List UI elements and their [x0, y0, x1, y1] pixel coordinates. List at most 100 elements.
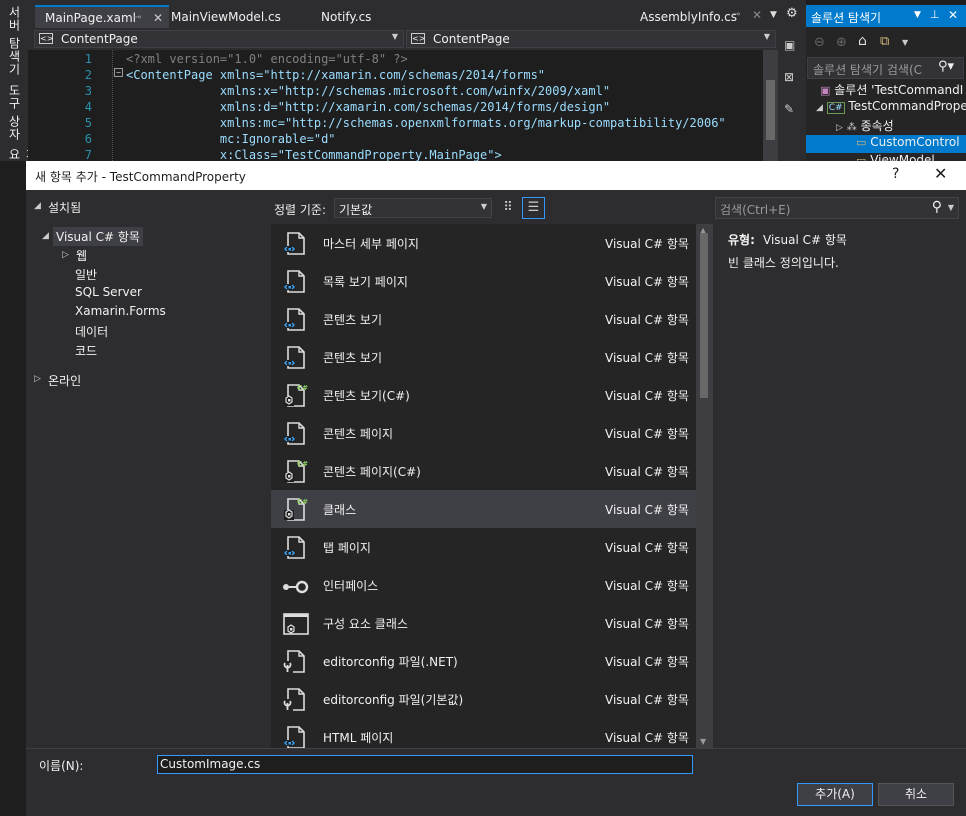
tree-customcontrol-node[interactable]: ▭ CustomControl [806, 135, 966, 153]
template-type: Visual C# 항목 [605, 541, 689, 555]
template-item[interactable]: C# 콘텐츠 보기(C#) Visual C# 항목 [271, 376, 696, 414]
add-button[interactable]: 추가(A) [797, 783, 873, 806]
template-item[interactable]: 마스터 세부 페이지 Visual C# 항목 [271, 224, 696, 262]
xaml-page-icon [281, 268, 309, 296]
indent-guide [112, 50, 113, 161]
xaml-page-icon [281, 534, 309, 562]
category-visual-csharp-items[interactable]: Visual C# 항목 [53, 227, 143, 246]
edit-icon[interactable]: ✎ [784, 102, 794, 116]
collapsed-arrow-icon[interactable]: ▷ [62, 250, 69, 260]
details-description: 빈 클래스 정의입니다. [728, 256, 839, 270]
scrollbar-thumb[interactable] [700, 233, 708, 398]
search-icon[interactable]: ⚲ [932, 199, 942, 215]
type-dropdown[interactable]: <> ContentPage ▼ [34, 30, 404, 48]
close-icon[interactable]: ✕ [752, 8, 762, 22]
solution-search-input[interactable]: 솔루션 탐색기 검색(C ⚲▾ [807, 57, 964, 79]
editor-scrollbar[interactable] [763, 50, 778, 161]
list-view-button[interactable]: ☰ [522, 197, 545, 219]
line-number: 5 [84, 116, 92, 130]
tab-assemblyinfo-cs[interactable]: AssemblyInfo.cs [630, 5, 745, 28]
expanded-arrow-icon[interactable]: ◢ [816, 103, 823, 113]
category-xamarin-forms[interactable]: Xamarin.Forms [75, 304, 166, 318]
details-type-value: Visual C# 항목 [763, 233, 847, 247]
template-name: 콘텐츠 페이지(C#) [323, 465, 421, 479]
tab-notify-cs[interactable]: Notify.cs [311, 5, 379, 28]
close-button[interactable]: ✕ [934, 164, 947, 183]
tree-project-node[interactable]: ◢ C# TestCommandPrope [816, 99, 966, 117]
solution-search-placeholder: 솔루션 탐색기 검색(C [813, 63, 923, 77]
dialog-title-bar: 새 항목 추가 - TestCommandProperty ? ✕ [26, 161, 966, 190]
pin-icon[interactable]: ⊸ [133, 12, 141, 23]
online-node[interactable]: 온라인 [48, 372, 81, 389]
side-tool-tabs: 서버 탐색기 도구 상자 문서 개요 [0, 0, 72, 161]
member-dropdown[interactable]: <> ContentPage ▼ [406, 30, 776, 48]
template-item[interactable]: 콘텐츠 보기 Visual C# 항목 [271, 300, 696, 338]
category-data[interactable]: 데이터 [75, 323, 108, 340]
category-code[interactable]: 코드 [75, 342, 97, 359]
category-general[interactable]: 일반 [75, 266, 97, 283]
collapsed-arrow-icon[interactable]: ▷ [836, 123, 843, 133]
tree-solution-node[interactable]: ▣ 솔루션 'TestCommandI [820, 81, 963, 99]
template-item[interactable]: C# 클래스 Visual C# 항목 [271, 490, 696, 528]
chevron-down-icon[interactable]: ▼ [914, 10, 921, 20]
template-search-input[interactable]: 검색(Ctrl+E) ⚲ ▼ [715, 197, 959, 219]
scroll-down-icon[interactable]: ▼ [700, 737, 706, 746]
category-sql-server[interactable]: SQL Server [75, 285, 142, 299]
back-icon[interactable]: ⊖ [814, 35, 825, 50]
template-name: editorconfig 파일(.NET) [323, 655, 458, 669]
template-item[interactable]: 구성 요소 클래스 Visual C# 항목 [271, 604, 696, 642]
tree-dependencies-node[interactable]: ▷ ⁂ 종속성 [836, 117, 894, 135]
expanded-arrow-icon[interactable]: ◢ [42, 231, 49, 241]
chevron-down-icon[interactable]: ▼ [948, 203, 954, 212]
code-line: <ContentPage xmlns="http://xamarin.com/s… [126, 68, 546, 82]
gear-icon[interactable]: ⚙ [786, 6, 798, 21]
template-item[interactable]: C# 콘텐츠 페이지(C#) Visual C# 항목 [271, 452, 696, 490]
home-icon[interactable]: ⌂ [858, 33, 867, 49]
code-editor[interactable]: − 1 <?xml version="1.0" encoding="utf-8" … [28, 50, 763, 162]
forward-icon[interactable]: ⊕ [836, 35, 847, 50]
editorconfig-icon [281, 648, 309, 676]
tab-mainpage-xaml[interactable]: MainPage.xaml ⊸ ✕ [35, 5, 169, 28]
template-item[interactable]: 탭 페이지 Visual C# 항목 [271, 528, 696, 566]
template-item[interactable]: 인터페이스 Visual C# 항목 [271, 566, 696, 604]
template-name: 콘텐츠 보기(C#) [323, 389, 410, 403]
pin-icon[interactable]: ⊥ [930, 8, 940, 21]
code-line: xmlns:x="http://schemas.microsoft.com/wi… [126, 84, 611, 98]
code-line: mc:Ignorable="d" [126, 132, 336, 146]
xaml-page-icon [281, 420, 309, 448]
installed-node[interactable]: 설치됨 [48, 199, 81, 216]
divider [26, 748, 966, 749]
switch-views-icon[interactable]: ⧉ [880, 34, 889, 49]
tree-viewmodel-node[interactable]: ▭ ViewModel [856, 153, 935, 161]
search-icon[interactable]: ⚲▾ [938, 59, 955, 74]
expanded-arrow-icon[interactable]: ◢ [34, 201, 41, 211]
template-name: 탭 페이지 [323, 541, 371, 555]
category-web[interactable]: 웹 [76, 247, 87, 264]
solution-tree: ▣ 솔루션 'TestCommandI ◢ C# TestCommandProp… [806, 79, 966, 161]
tab-list-dropdown-icon[interactable]: ▼ [770, 10, 777, 20]
help-button[interactable]: ? [892, 166, 899, 182]
pin-icon[interactable]: ⊸ [732, 9, 740, 20]
template-item[interactable]: editorconfig 파일(기본값) Visual C# 항목 [271, 680, 696, 718]
properties-icon[interactable]: ⊠ [784, 70, 794, 84]
template-item[interactable]: 목록 보기 페이지 Visual C# 항목 [271, 262, 696, 300]
scrollbar-thumb[interactable] [766, 80, 775, 140]
preview-icon[interactable]: ▣ [784, 38, 795, 52]
server-explorer-tab[interactable]: 서버 탐색기 [6, 6, 23, 76]
tab-mainviewmodel-cs[interactable]: MainViewModel.cs [161, 5, 289, 28]
name-input[interactable]: CustomImage.cs [157, 755, 693, 774]
template-item[interactable]: 콘텐츠 페이지 Visual C# 항목 [271, 414, 696, 452]
sort-by-dropdown[interactable]: 기본값 ▼ [334, 198, 492, 218]
xaml-page-icon [281, 306, 309, 334]
collapse-icon[interactable]: − [114, 68, 123, 77]
small-icons-view-button[interactable]: ⠿ [498, 198, 518, 218]
close-icon[interactable]: ✕ [948, 8, 958, 22]
template-item[interactable]: 콘텐츠 보기 Visual C# 항목 [271, 338, 696, 376]
template-item[interactable]: editorconfig 파일(.NET) Visual C# 항목 [271, 642, 696, 680]
template-item[interactable]: HTML 페이지 Visual C# 항목 [271, 718, 696, 748]
tab-label: MainViewModel.cs [171, 10, 281, 24]
collapsed-arrow-icon[interactable]: ▷ [34, 374, 41, 384]
chevron-down-icon[interactable]: ▼ [902, 38, 908, 47]
toolbox-tab[interactable]: 도구 상자 [6, 84, 23, 141]
cancel-button[interactable]: 취소 [878, 783, 954, 806]
